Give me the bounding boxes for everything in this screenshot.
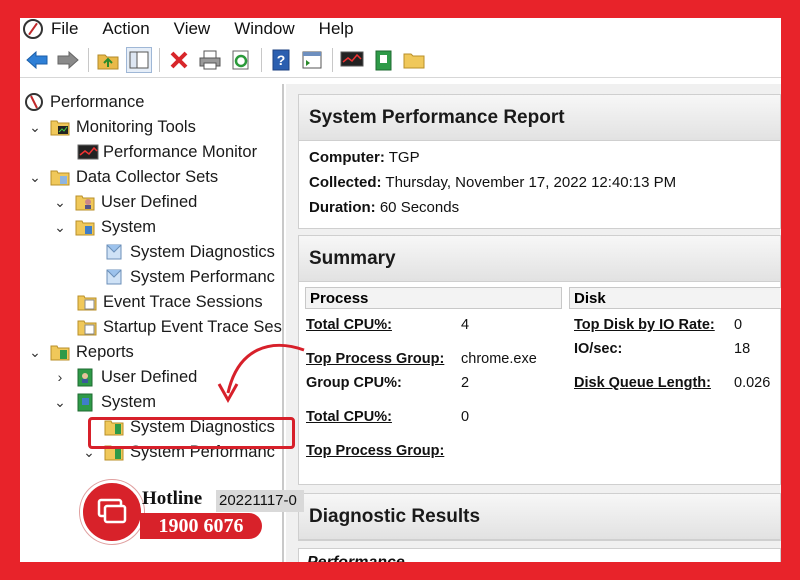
process-label[interactable]: Total CPU%: xyxy=(306,317,392,333)
tree-item-performance-monitor[interactable]: Performance Monitor xyxy=(77,140,257,164)
monitor-icon xyxy=(77,142,99,162)
chevron-down-icon[interactable]: ⌄ xyxy=(53,394,67,411)
refresh-icon[interactable] xyxy=(228,47,254,73)
user-folder-icon xyxy=(75,192,95,212)
menu-view[interactable]: View xyxy=(174,19,211,39)
up-folder-icon[interactable] xyxy=(95,47,121,73)
chevron-down-icon[interactable]: ⌄ xyxy=(28,119,42,136)
tree-item-performance[interactable]: Performance xyxy=(24,90,144,114)
system-folder-icon xyxy=(75,217,95,237)
folder-icon[interactable] xyxy=(401,47,427,73)
data-collector-icon xyxy=(104,242,124,262)
help-icon[interactable]: ? xyxy=(268,47,294,73)
properties-icon[interactable] xyxy=(299,47,325,73)
trace-sessions-icon xyxy=(77,292,97,312)
toolbar-divider xyxy=(261,47,262,72)
toolbar-divider xyxy=(88,47,89,72)
toolbar-divider xyxy=(159,47,160,72)
tree-item-system[interactable]: ⌄ System xyxy=(53,215,156,239)
disk-value: 0.026 xyxy=(734,375,771,391)
book-icon[interactable] xyxy=(370,47,396,73)
duration-row: Duration: 60 Seconds xyxy=(309,199,460,216)
hotline-label: Hotline xyxy=(142,488,203,509)
summary-title: Summary xyxy=(299,236,780,282)
chevron-down-icon[interactable]: ⌄ xyxy=(28,344,42,361)
toolbar-divider xyxy=(332,47,333,72)
show-hide-tree-icon[interactable] xyxy=(126,46,152,73)
computer-row: Computer: TGP xyxy=(309,149,420,166)
hotline-logo xyxy=(80,480,144,544)
process-label[interactable]: Top Process Group: xyxy=(306,443,444,459)
monitor-icon[interactable] xyxy=(339,47,365,73)
tree-item-report-file[interactable]: 20221117-0 xyxy=(216,490,304,512)
performance-app-icon xyxy=(23,19,43,39)
process-value: 2 xyxy=(461,375,470,391)
menu-action[interactable]: Action xyxy=(102,19,149,39)
data-collector-icon xyxy=(104,267,124,287)
summary-card: Summary Process Disk Total CPU%: 4 Top P… xyxy=(298,235,781,485)
tree-item-reports-system[interactable]: ⌄ System xyxy=(53,390,156,414)
performance-section: Performance xyxy=(298,548,781,562)
process-value: chrome.exe xyxy=(461,351,537,367)
menu-window[interactable]: Window xyxy=(234,19,294,39)
reports-icon xyxy=(50,342,70,362)
hotline-number: 1900 6076 xyxy=(140,513,262,539)
disk-value: 18 xyxy=(734,341,751,357)
disk-label[interactable]: Disk Queue Length: xyxy=(574,375,711,391)
disk-header: Disk xyxy=(569,287,781,309)
tree-item-monitoring-tools[interactable]: ⌄ Monitoring Tools xyxy=(28,115,196,139)
pointer-arrow xyxy=(217,343,305,404)
tree-item-event-trace-sessions[interactable]: Event Trace Sessions xyxy=(77,290,263,314)
report-header-card: System Performance Report Computer: TGP … xyxy=(298,94,781,229)
back-icon[interactable] xyxy=(24,47,50,73)
collected-row: Collected: Thursday, November 17, 2022 1… xyxy=(309,174,677,191)
svg-text:?: ? xyxy=(277,52,286,68)
process-value: 0 xyxy=(461,409,470,425)
toolbar: ? xyxy=(20,42,781,78)
disk-value: 0 xyxy=(734,317,743,333)
tree-item-startup-event-trace[interactable]: Startup Event Trace Ses xyxy=(77,315,282,339)
performance-subtitle[interactable]: Performance xyxy=(299,549,780,562)
tree-item-system-performance[interactable]: System Performanc xyxy=(104,265,275,289)
app-window: File Action View Window Help ? Performan… xyxy=(20,18,781,562)
menu-help[interactable]: Help xyxy=(319,19,354,39)
report-title: System Performance Report xyxy=(299,95,780,141)
disk-label[interactable]: Top Disk by IO Rate: xyxy=(574,317,715,333)
process-label: Group CPU%: xyxy=(306,375,402,391)
tree-item-reports-user-defined[interactable]: › User Defined xyxy=(53,365,197,389)
report-pane: System Performance Report Computer: TGP … xyxy=(286,84,781,562)
process-value: 4 xyxy=(461,317,470,333)
trace-sessions-icon xyxy=(77,317,97,337)
chevron-right-icon[interactable]: › xyxy=(53,369,67,385)
tree-item-reports[interactable]: ⌄ Reports xyxy=(28,340,134,364)
system-report-icon xyxy=(75,392,95,412)
performance-icon xyxy=(24,92,44,112)
delete-icon[interactable] xyxy=(166,47,192,73)
diagnostic-results-title[interactable]: Diagnostic Results xyxy=(299,494,780,540)
data-collector-sets-icon xyxy=(50,167,70,187)
tree-item-data-collector-sets[interactable]: ⌄ Data Collector Sets xyxy=(28,165,218,189)
diagnostic-results-card: Diagnostic Results xyxy=(298,493,781,541)
chevron-down-icon[interactable]: ⌄ xyxy=(53,194,67,211)
menu-bar: File Action View Window Help xyxy=(20,18,781,40)
forward-icon[interactable] xyxy=(55,47,81,73)
process-label[interactable]: Total CPU%: xyxy=(306,409,392,425)
process-label[interactable]: Top Process Group: xyxy=(306,351,444,367)
print-icon[interactable] xyxy=(197,47,223,73)
highlight-box xyxy=(88,417,295,449)
disk-label: IO/sec: xyxy=(574,341,623,357)
tree-item-user-defined[interactable]: ⌄ User Defined xyxy=(53,190,197,214)
chevron-down-icon[interactable]: ⌄ xyxy=(28,169,42,186)
tree-item-system-diagnostics[interactable]: System Diagnostics xyxy=(104,240,275,264)
process-header: Process xyxy=(305,287,562,309)
menu-file[interactable]: File xyxy=(51,19,78,39)
monitoring-tools-icon xyxy=(50,117,70,137)
user-report-icon xyxy=(75,367,95,387)
chevron-down-icon[interactable]: ⌄ xyxy=(53,219,67,236)
